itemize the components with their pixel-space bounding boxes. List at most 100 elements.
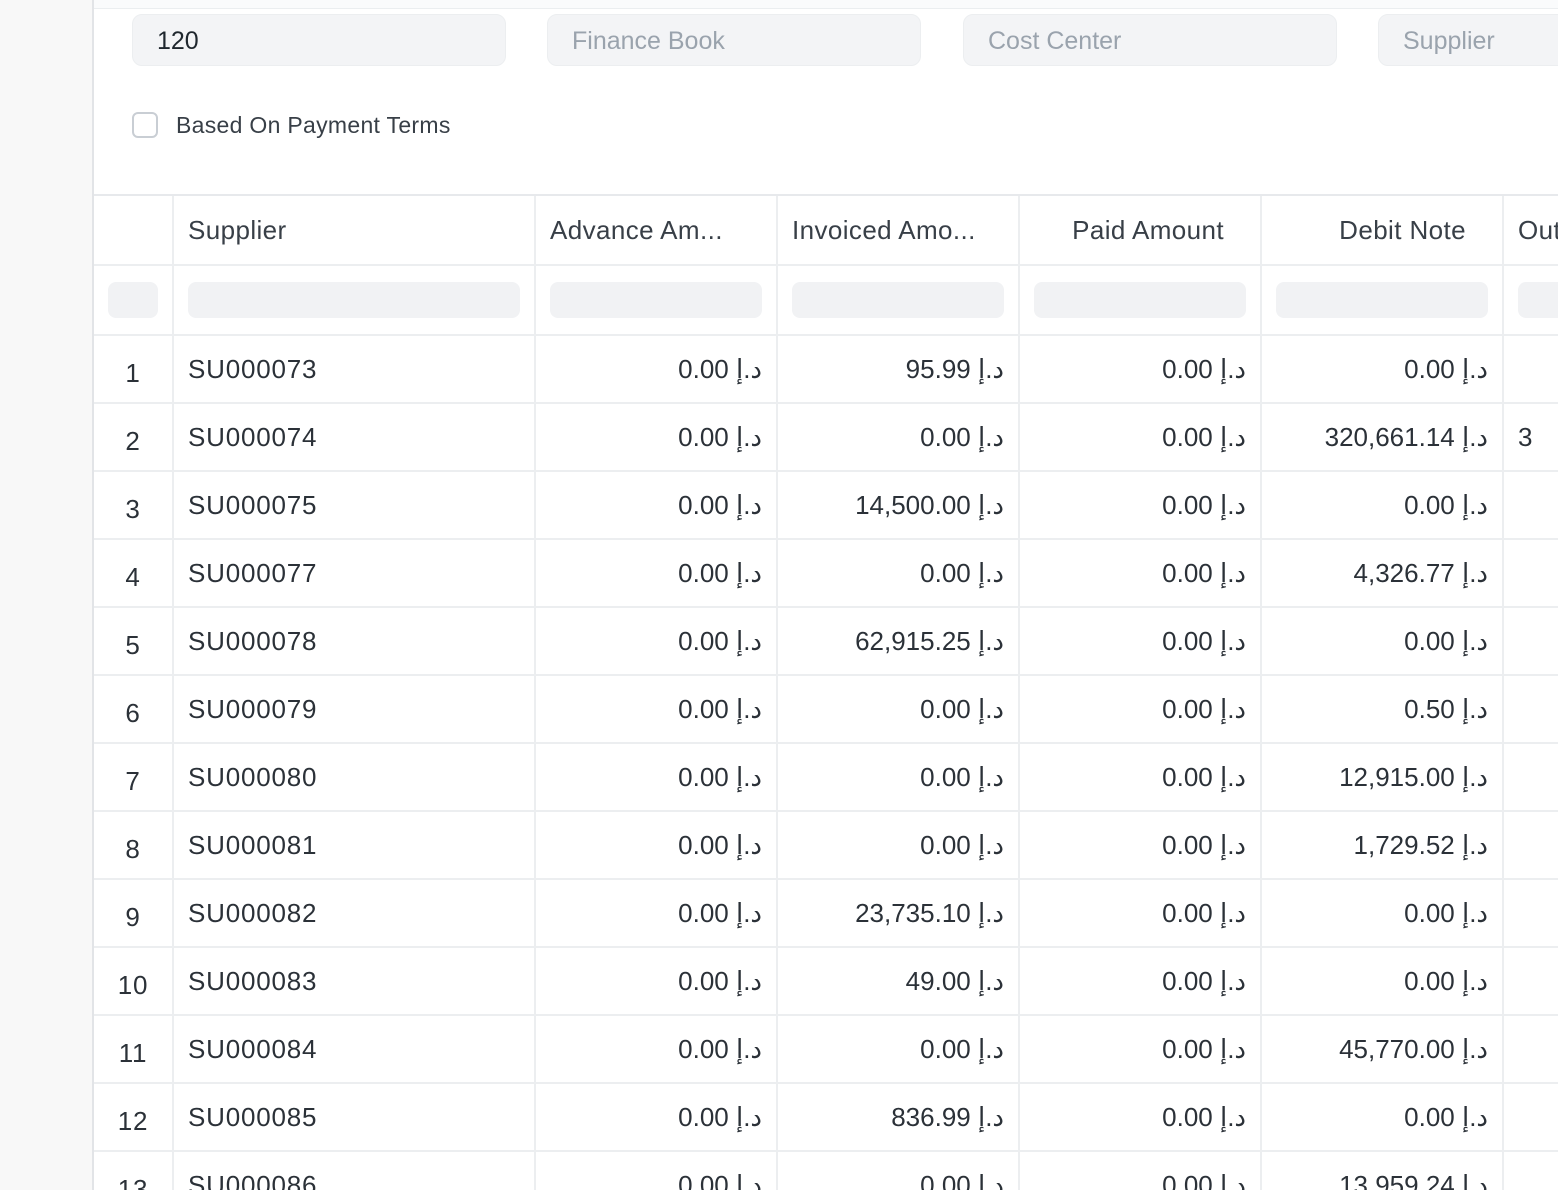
debit-note-cell[interactable]: 0.00 د.إ <box>1262 1084 1504 1150</box>
invoiced-amount-cell[interactable]: 0.00 د.إ <box>778 744 1020 810</box>
column-header-paid-amount[interactable]: Paid Amount <box>1020 196 1262 264</box>
advance-amount-cell[interactable]: 0.00 د.إ <box>536 1152 778 1190</box>
paid-amount-cell[interactable]: 0.00 د.إ <box>1020 336 1262 402</box>
invoiced-amount-cell[interactable]: 0.00 د.إ <box>778 812 1020 878</box>
table-row[interactable]: 9 SU000082 0.00 د.إ 23,735.10 د.إ 0.00 د.إ 0.… <box>94 880 1558 948</box>
table-row[interactable]: 3 SU000075 0.00 د.إ 14,500.00 د.إ 0.00 د.إ 0.… <box>94 472 1558 540</box>
based-on-payment-terms-checkbox[interactable] <box>132 112 158 138</box>
advance-amount-cell[interactable]: 0.00 د.إ <box>536 744 778 810</box>
debit-note-cell[interactable]: 1,729.52 د.إ <box>1262 812 1504 878</box>
outstanding-column-filter-input[interactable] <box>1518 282 1558 318</box>
invoiced-amount-cell[interactable]: 836.99 د.إ <box>778 1084 1020 1150</box>
outstanding-cell[interactable] <box>1504 676 1558 742</box>
table-row[interactable]: 2 SU000074 0.00 د.إ 0.00 د.إ 0.00 د.إ 320,661… <box>94 404 1558 472</box>
paid-amount-cell[interactable]: 0.00 د.إ <box>1020 472 1262 538</box>
debit-note-cell[interactable]: 0.50 د.إ <box>1262 676 1504 742</box>
range-filter-input[interactable]: 120 <box>132 14 506 66</box>
debit-note-cell[interactable]: 0.00 د.إ <box>1262 472 1504 538</box>
table-row[interactable]: 13 SU000086 0.00 د.إ 0.00 د.إ 0.00 د.إ 13,959… <box>94 1152 1558 1190</box>
paid-amount-cell[interactable]: 0.00 د.إ <box>1020 1152 1262 1190</box>
paid-amount-cell[interactable]: 0.00 د.إ <box>1020 540 1262 606</box>
supplier-filter-input[interactable]: Supplier <box>1378 14 1558 66</box>
advance-amount-cell[interactable]: 0.00 د.إ <box>536 540 778 606</box>
paid-amount-cell[interactable]: 0.00 د.إ <box>1020 812 1262 878</box>
cost-center-filter-input[interactable]: Cost Center <box>963 14 1337 66</box>
paid-amount-cell[interactable]: 0.00 د.إ <box>1020 744 1262 810</box>
supplier-cell[interactable]: SU000083 <box>174 948 536 1014</box>
debit-note-cell[interactable]: 320,661.14 د.إ <box>1262 404 1504 470</box>
paid-amount-cell[interactable]: 0.00 د.إ <box>1020 1084 1262 1150</box>
advance-amount-cell[interactable]: 0.00 د.إ <box>536 676 778 742</box>
outstanding-cell[interactable] <box>1504 744 1558 810</box>
column-header-debit-note[interactable]: Debit Note <box>1262 196 1504 264</box>
supplier-cell[interactable]: SU000085 <box>174 1084 536 1150</box>
row-number-filter-input[interactable] <box>108 282 158 318</box>
debit-note-cell[interactable]: 12,915.00 د.إ <box>1262 744 1504 810</box>
outstanding-cell[interactable] <box>1504 336 1558 402</box>
supplier-cell[interactable]: SU000078 <box>174 608 536 674</box>
debit-note-cell[interactable]: 0.00 د.إ <box>1262 608 1504 674</box>
invoiced-amount-cell[interactable]: 0.00 د.إ <box>778 676 1020 742</box>
supplier-cell[interactable]: SU000073 <box>174 336 536 402</box>
column-header-supplier[interactable]: Supplier <box>174 196 536 264</box>
supplier-cell[interactable]: SU000077 <box>174 540 536 606</box>
advance-amount-cell[interactable]: 0.00 د.إ <box>536 948 778 1014</box>
supplier-cell[interactable]: SU000074 <box>174 404 536 470</box>
invoiced-amount-cell[interactable]: 95.99 د.إ <box>778 336 1020 402</box>
supplier-cell[interactable]: SU000082 <box>174 880 536 946</box>
outstanding-cell[interactable] <box>1504 1084 1558 1150</box>
debit-note-cell[interactable]: 0.00 د.إ <box>1262 948 1504 1014</box>
invoiced-amount-cell[interactable]: 0.00 د.إ <box>778 1152 1020 1190</box>
advance-amount-cell[interactable]: 0.00 د.إ <box>536 404 778 470</box>
table-row[interactable]: 8 SU000081 0.00 د.إ 0.00 د.إ 0.00 د.إ 1,729.5… <box>94 812 1558 880</box>
outstanding-cell[interactable]: 3 <box>1504 404 1558 470</box>
column-header-invoiced-amount[interactable]: Invoiced Amo... <box>778 196 1020 264</box>
advance-amount-cell[interactable]: 0.00 د.إ <box>536 1016 778 1082</box>
finance-book-filter-input[interactable]: Finance Book <box>547 14 921 66</box>
advance-amount-cell[interactable]: 0.00 د.إ <box>536 812 778 878</box>
advance-amount-cell[interactable]: 0.00 د.إ <box>536 880 778 946</box>
table-row[interactable]: 11 SU000084 0.00 د.إ 0.00 د.إ 0.00 د.إ 45,770… <box>94 1016 1558 1084</box>
outstanding-cell[interactable] <box>1504 948 1558 1014</box>
outstanding-cell[interactable] <box>1504 1152 1558 1190</box>
advance-amount-cell[interactable]: 0.00 د.إ <box>536 608 778 674</box>
debit-note-cell[interactable]: 13,959.24 د.إ <box>1262 1152 1504 1190</box>
outstanding-cell[interactable] <box>1504 812 1558 878</box>
invoiced-amount-cell[interactable]: 0.00 د.إ <box>778 404 1020 470</box>
supplier-cell[interactable]: SU000084 <box>174 1016 536 1082</box>
paid-amount-cell[interactable]: 0.00 د.إ <box>1020 608 1262 674</box>
advance-amount-cell[interactable]: 0.00 د.إ <box>536 1084 778 1150</box>
invoiced-amount-cell[interactable]: 23,735.10 د.إ <box>778 880 1020 946</box>
supplier-cell[interactable]: SU000081 <box>174 812 536 878</box>
paid-amount-cell[interactable]: 0.00 د.إ <box>1020 948 1262 1014</box>
paid-amount-cell[interactable]: 0.00 د.إ <box>1020 404 1262 470</box>
outstanding-cell[interactable] <box>1504 608 1558 674</box>
advance-amount-column-filter-input[interactable] <box>550 282 762 318</box>
invoiced-amount-cell[interactable]: 62,915.25 د.إ <box>778 608 1020 674</box>
debit-note-cell[interactable]: 0.00 د.إ <box>1262 880 1504 946</box>
paid-amount-column-filter-input[interactable] <box>1034 282 1246 318</box>
table-row[interactable]: 7 SU000080 0.00 د.إ 0.00 د.إ 0.00 د.إ 12,915.… <box>94 744 1558 812</box>
table-row[interactable]: 5 SU000078 0.00 د.إ 62,915.25 د.إ 0.00 د.إ 0.… <box>94 608 1558 676</box>
outstanding-cell[interactable] <box>1504 540 1558 606</box>
debit-note-cell[interactable]: 0.00 د.إ <box>1262 336 1504 402</box>
column-header-outstanding[interactable]: Out <box>1504 196 1558 264</box>
paid-amount-cell[interactable]: 0.00 د.إ <box>1020 676 1262 742</box>
table-row[interactable]: 12 SU000085 0.00 د.إ 836.99 د.إ 0.00 د.إ 0.00… <box>94 1084 1558 1152</box>
invoiced-amount-cell[interactable]: 0.00 د.إ <box>778 1016 1020 1082</box>
outstanding-cell[interactable] <box>1504 1016 1558 1082</box>
column-header-advance-amount[interactable]: Advance Am... <box>536 196 778 264</box>
invoiced-amount-column-filter-input[interactable] <box>792 282 1004 318</box>
debit-note-column-filter-input[interactable] <box>1276 282 1488 318</box>
table-row[interactable]: 4 SU000077 0.00 د.إ 0.00 د.إ 0.00 د.إ 4,326.7… <box>94 540 1558 608</box>
outstanding-cell[interactable] <box>1504 880 1558 946</box>
debit-note-cell[interactable]: 4,326.77 د.إ <box>1262 540 1504 606</box>
supplier-cell[interactable]: SU000086 <box>174 1152 536 1190</box>
invoiced-amount-cell[interactable]: 14,500.00 د.إ <box>778 472 1020 538</box>
paid-amount-cell[interactable]: 0.00 د.إ <box>1020 1016 1262 1082</box>
invoiced-amount-cell[interactable]: 0.00 د.إ <box>778 540 1020 606</box>
advance-amount-cell[interactable]: 0.00 د.إ <box>536 336 778 402</box>
outstanding-cell[interactable] <box>1504 472 1558 538</box>
table-row[interactable]: 10 SU000083 0.00 د.إ 49.00 د.إ 0.00 د.إ 0.00 … <box>94 948 1558 1016</box>
supplier-cell[interactable]: SU000079 <box>174 676 536 742</box>
